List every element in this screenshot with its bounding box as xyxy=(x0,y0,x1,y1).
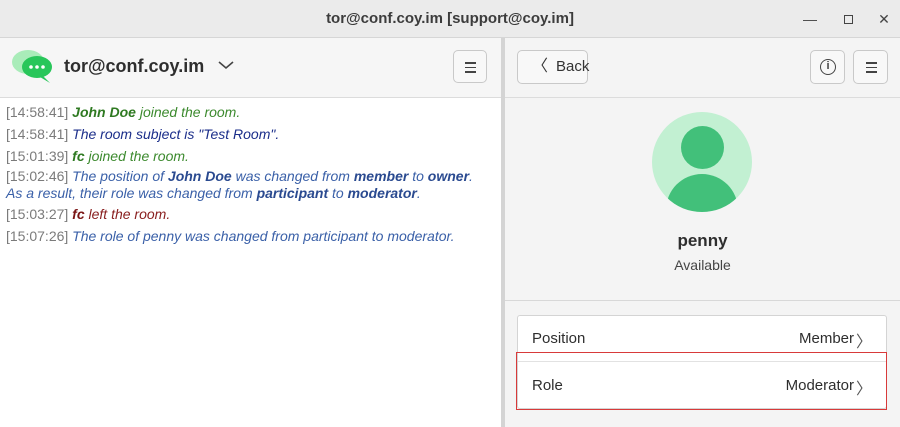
info-button[interactable]: i xyxy=(810,50,845,84)
log-line-continuation: As a result, their role was changed from… xyxy=(6,185,421,201)
chevron-down-icon[interactable] xyxy=(215,54,237,76)
timestamp: [14:58:41] xyxy=(6,126,69,142)
log-message: The role of penny was changed from parti… xyxy=(72,228,455,244)
room-menu-button[interactable] xyxy=(453,50,487,83)
occupant-name: penny xyxy=(677,231,728,250)
back-button[interactable]: 〈 Back xyxy=(517,50,590,84)
role-row-highlight xyxy=(516,352,887,410)
maximize-icon[interactable] xyxy=(836,7,860,31)
user-avatar-icon xyxy=(652,112,752,212)
occupant-menu-button[interactable] xyxy=(853,50,888,84)
occupant-header: 〈 Back i xyxy=(505,38,900,98)
window-titlebar: tor@conf.coy.im [support@coy.im] — ✕ xyxy=(0,0,900,38)
close-icon[interactable]: ✕ xyxy=(872,7,896,31)
minimize-icon[interactable]: — xyxy=(798,7,822,31)
chevron-left-icon: 〈 xyxy=(532,58,549,75)
nickname: fc xyxy=(72,148,85,164)
room-panel: tor@conf.coy.im [14:58:41] John Doe join… xyxy=(0,38,501,427)
log-line: [15:01:39] fc joined the room. xyxy=(6,148,189,164)
info-icon: i xyxy=(820,59,836,75)
position-value: Member xyxy=(798,330,854,347)
occupant-status: Available xyxy=(674,257,731,273)
position-label: Position xyxy=(532,330,586,347)
window-title: tor@conf.coy.im [support@coy.im] xyxy=(326,10,574,27)
hamburger-icon xyxy=(866,62,877,64)
back-label: Back xyxy=(556,58,590,75)
log-line: [14:58:41] John Doe joined the room. xyxy=(6,104,241,120)
chevron-right-icon: 〉 xyxy=(855,334,872,351)
chat-bubbles-icon xyxy=(12,50,52,83)
log-line: [15:02:46] The position of John Doe was … xyxy=(6,168,473,184)
log-message: The room subject is "Test Room". xyxy=(72,126,280,142)
separator xyxy=(505,300,900,301)
timestamp: [15:02:46] xyxy=(6,168,69,184)
conversation-log: [14:58:41] John Doe joined the room. [14… xyxy=(6,102,496,248)
timestamp: [14:58:41] xyxy=(6,104,69,120)
log-line: [15:07:26] The role of penny was changed… xyxy=(6,226,496,248)
account-name[interactable]: tor@conf.coy.im xyxy=(64,56,204,77)
nickname: fc xyxy=(72,206,85,222)
log-line: [14:58:41] The room subject is "Test Roo… xyxy=(6,124,496,146)
nickname: John Doe xyxy=(72,104,136,120)
occupant-panel: 〈 Back i penny Available Position Member … xyxy=(505,38,900,427)
timestamp: [15:07:26] xyxy=(6,228,69,244)
timestamp: [15:03:27] xyxy=(6,206,69,222)
room-header: tor@conf.coy.im xyxy=(0,38,501,98)
log-line: [15:03:27] fc left the room. xyxy=(6,206,171,222)
hamburger-icon xyxy=(465,62,476,64)
timestamp: [15:01:39] xyxy=(6,148,69,164)
